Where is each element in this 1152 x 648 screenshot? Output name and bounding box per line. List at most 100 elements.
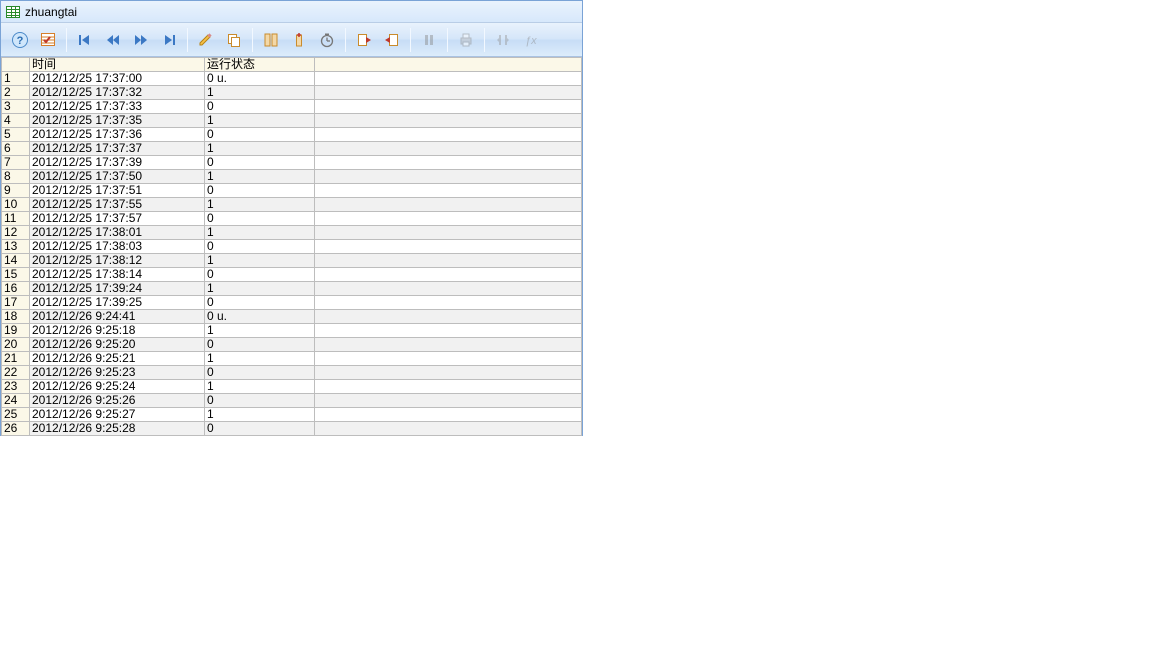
table-row[interactable]: 82012/12/25 17:37:501 (2, 170, 582, 184)
table-row[interactable]: 152012/12/25 17:38:140 (2, 268, 582, 282)
print-button[interactable] (453, 27, 479, 53)
status-cell[interactable]: 0 u. (205, 72, 315, 86)
empty-cell[interactable] (315, 128, 582, 142)
row-number-cell[interactable]: 20 (2, 338, 30, 352)
titlebar[interactable]: zhuangtai (1, 1, 582, 23)
row-number-cell[interactable]: 18 (2, 310, 30, 324)
empty-cell[interactable] (315, 156, 582, 170)
table-row[interactable]: 172012/12/25 17:39:250 (2, 296, 582, 310)
status-cell[interactable]: 0 (205, 100, 315, 114)
status-cell[interactable]: 1 (205, 352, 315, 366)
first-record-button[interactable] (72, 27, 98, 53)
columns-button[interactable] (258, 27, 284, 53)
status-cell[interactable]: 0 (205, 422, 315, 436)
table-row[interactable]: 132012/12/25 17:38:030 (2, 240, 582, 254)
time-cell[interactable]: 2012/12/26 9:25:20 (30, 338, 205, 352)
time-cell[interactable]: 2012/12/25 17:39:25 (30, 296, 205, 310)
corner-cell[interactable] (2, 58, 30, 72)
status-cell[interactable]: 0 (205, 156, 315, 170)
row-number-cell[interactable]: 8 (2, 170, 30, 184)
expand-button[interactable] (490, 27, 516, 53)
empty-cell[interactable] (315, 170, 582, 184)
column-header-empty[interactable] (315, 58, 582, 72)
time-cell[interactable]: 2012/12/25 17:37:33 (30, 100, 205, 114)
row-number-cell[interactable]: 26 (2, 422, 30, 436)
edit-button[interactable] (193, 27, 219, 53)
table-row[interactable]: 182012/12/26 9:24:410 u. (2, 310, 582, 324)
time-cell[interactable]: 2012/12/25 17:38:03 (30, 240, 205, 254)
time-cell[interactable]: 2012/12/26 9:25:26 (30, 394, 205, 408)
table-row[interactable]: 32012/12/25 17:37:330 (2, 100, 582, 114)
time-cell[interactable]: 2012/12/25 17:37:35 (30, 114, 205, 128)
table-row[interactable]: 242012/12/26 9:25:260 (2, 394, 582, 408)
status-cell[interactable]: 0 (205, 212, 315, 226)
row-number-cell[interactable]: 6 (2, 142, 30, 156)
table-row[interactable]: 112012/12/25 17:37:570 (2, 212, 582, 226)
pause-button[interactable] (416, 27, 442, 53)
time-cell[interactable]: 2012/12/25 17:37:32 (30, 86, 205, 100)
time-cell[interactable]: 2012/12/25 17:39:24 (30, 282, 205, 296)
prev-record-button[interactable] (100, 27, 126, 53)
export-button[interactable] (379, 27, 405, 53)
row-number-cell[interactable]: 16 (2, 282, 30, 296)
import-button[interactable] (351, 27, 377, 53)
column-header-status[interactable]: 运行状态 (205, 58, 315, 72)
time-cell[interactable]: 2012/12/26 9:25:27 (30, 408, 205, 422)
row-number-cell[interactable]: 11 (2, 212, 30, 226)
empty-cell[interactable] (315, 338, 582, 352)
row-number-cell[interactable]: 4 (2, 114, 30, 128)
time-cell[interactable]: 2012/12/25 17:38:12 (30, 254, 205, 268)
row-number-cell[interactable]: 23 (2, 380, 30, 394)
help-button[interactable]: ? (7, 27, 33, 53)
empty-cell[interactable] (315, 352, 582, 366)
table-row[interactable]: 202012/12/26 9:25:200 (2, 338, 582, 352)
table-row[interactable]: 162012/12/25 17:39:241 (2, 282, 582, 296)
empty-cell[interactable] (315, 422, 582, 436)
empty-cell[interactable] (315, 366, 582, 380)
last-record-button[interactable] (156, 27, 182, 53)
row-number-cell[interactable]: 25 (2, 408, 30, 422)
function-button[interactable]: ƒx (518, 27, 544, 53)
table-row[interactable]: 232012/12/26 9:25:241 (2, 380, 582, 394)
empty-cell[interactable] (315, 86, 582, 100)
table-row[interactable]: 262012/12/26 9:25:280 (2, 422, 582, 436)
status-cell[interactable]: 0 (205, 366, 315, 380)
table-row[interactable]: 52012/12/25 17:37:360 (2, 128, 582, 142)
time-cell[interactable]: 2012/12/26 9:25:21 (30, 352, 205, 366)
row-number-cell[interactable]: 5 (2, 128, 30, 142)
empty-cell[interactable] (315, 268, 582, 282)
time-cell[interactable]: 2012/12/25 17:37:37 (30, 142, 205, 156)
time-cell[interactable]: 2012/12/25 17:37:36 (30, 128, 205, 142)
row-number-cell[interactable]: 19 (2, 324, 30, 338)
empty-cell[interactable] (315, 282, 582, 296)
row-number-cell[interactable]: 22 (2, 366, 30, 380)
status-cell[interactable]: 0 (205, 296, 315, 310)
status-cell[interactable]: 1 (205, 114, 315, 128)
status-cell[interactable]: 0 (205, 268, 315, 282)
row-number-cell[interactable]: 9 (2, 184, 30, 198)
data-grid[interactable]: 时间 运行状态 12012/12/25 17:37:000 u.22012/12… (1, 57, 582, 436)
time-cell[interactable]: 2012/12/25 17:38:01 (30, 226, 205, 240)
time-cell[interactable]: 2012/12/26 9:24:41 (30, 310, 205, 324)
table-row[interactable]: 62012/12/25 17:37:371 (2, 142, 582, 156)
empty-cell[interactable] (315, 380, 582, 394)
row-number-cell[interactable]: 1 (2, 72, 30, 86)
table-row[interactable]: 212012/12/26 9:25:211 (2, 352, 582, 366)
empty-cell[interactable] (315, 212, 582, 226)
empty-cell[interactable] (315, 142, 582, 156)
time-span-button[interactable] (314, 27, 340, 53)
time-cell[interactable]: 2012/12/25 17:37:57 (30, 212, 205, 226)
time-cell[interactable]: 2012/12/26 9:25:18 (30, 324, 205, 338)
empty-cell[interactable] (315, 324, 582, 338)
empty-cell[interactable] (315, 226, 582, 240)
row-number-cell[interactable]: 17 (2, 296, 30, 310)
status-cell[interactable]: 0 u. (205, 310, 315, 324)
status-cell[interactable]: 1 (205, 282, 315, 296)
table-row[interactable]: 92012/12/25 17:37:510 (2, 184, 582, 198)
empty-cell[interactable] (315, 198, 582, 212)
status-cell[interactable]: 1 (205, 408, 315, 422)
empty-cell[interactable] (315, 184, 582, 198)
status-cell[interactable]: 0 (205, 240, 315, 254)
empty-cell[interactable] (315, 394, 582, 408)
status-cell[interactable]: 1 (205, 254, 315, 268)
